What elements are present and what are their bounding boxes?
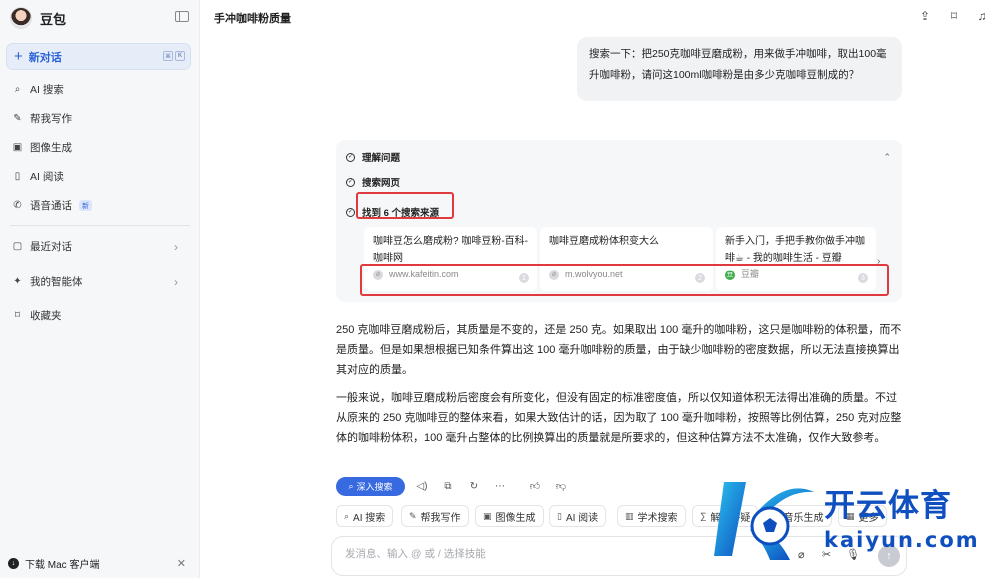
step-search-web: ✓ 搜索网页 [346, 175, 400, 189]
page-title: 手冲咖啡粉质量 [214, 13, 291, 25]
shortcut-hint: ⌘ K [163, 51, 185, 61]
chip-ai-search[interactable]: ⌕ AI 搜索 [336, 505, 394, 527]
chip-label: 帮我写作 [420, 512, 461, 524]
plus-icon: + [14, 48, 23, 65]
chevron-right-icon: › [174, 239, 178, 254]
image-icon: ▣ [12, 141, 23, 153]
share-icon[interactable]: ⇪ [917, 8, 933, 24]
watermark-logo: 开云体育 kaiyun.com [712, 472, 992, 570]
copy-icon[interactable]: ⧉ [441, 479, 455, 493]
sparkle-icon: ✦ [13, 275, 22, 287]
sidebar-item-agents[interactable]: ✦ 我的智能体 › [12, 274, 188, 289]
divider [10, 225, 190, 226]
highlight-box-sources [360, 264, 889, 296]
new-chat-label: 新对话 [28, 51, 62, 64]
download-mac-banner[interactable]: ↓ 下载 Mac 客户端 ✕ [8, 556, 190, 571]
avatar [10, 7, 32, 29]
academic-icon: ▥ [625, 510, 634, 521]
chip-image[interactable]: ▣ 图像生成 [475, 505, 544, 527]
deep-search-label: 深入搜索 [356, 482, 393, 492]
sidebar-item-writing[interactable]: ✎ 帮我写作 [12, 111, 72, 126]
sidebar-item-label: AI 阅读 [30, 171, 64, 183]
more-icon[interactable]: ⋯ [493, 479, 507, 493]
answer-paragraph: 一般来说，咖啡豆磨成粉后密度会有所变化，但没有固定的标准密度值，所以仅知道体积无… [336, 392, 902, 444]
kaiyun-k-logo [714, 482, 814, 560]
app-name: 豆包 [40, 11, 67, 27]
deep-search-button[interactable]: ⌕ 深入搜索 [336, 477, 405, 496]
sidebar-item-label: 最近对话 [30, 241, 72, 253]
source-title: 新手入门，手把手教你做手冲咖啡☕ - 我的咖啡生活 - 豆瓣 [725, 236, 865, 264]
chip-academic[interactable]: ▥ 学术搜索 [617, 505, 686, 527]
check-icon: ✓ [346, 152, 355, 162]
source-title: 咖啡豆怎么磨成粉? 咖啡豆粉-百科-咖啡网 [373, 236, 528, 264]
regenerate-icon[interactable]: ↻ [467, 479, 481, 493]
search-process-panel: ✓ 理解问题 ⌃ ✓ 搜索网页 ✓ 找到 6 个搜索来源 咖啡豆怎么磨成粉? 咖… [336, 140, 902, 302]
step-label: 搜索网页 [362, 178, 401, 189]
chevron-right-icon: › [174, 274, 178, 289]
sidebar-item-ai-search[interactable]: ⌕ AI 搜索 [12, 82, 64, 97]
download-label: 下载 Mac 客户端 [25, 560, 100, 571]
chip-label: 学术搜索 [637, 512, 678, 524]
chip-label: AI 搜索 [353, 512, 386, 524]
image-icon: ▣ [483, 510, 492, 521]
source-title: 咖啡豆磨成粉体积变大么 [549, 236, 659, 247]
formula-icon: ∑ [700, 511, 707, 521]
sidebar-item-image[interactable]: ▣ 图像生成 [12, 140, 72, 155]
chip-writing[interactable]: ✎ 帮我写作 [401, 505, 469, 527]
sidebar-item-label: 语音通话 [30, 200, 72, 212]
brand[interactable]: 豆包 [10, 6, 66, 30]
chat-icon: ▢ [12, 240, 23, 252]
sidebar-item-label: 收藏夹 [30, 310, 62, 322]
message-input[interactable] [345, 548, 725, 560]
sidebar-item-reading[interactable]: ▯ AI 阅读 [12, 169, 64, 184]
chip-label: AI 阅读 [565, 512, 599, 524]
search-icon: ⌕ [14, 83, 21, 95]
bookmark-icon: ⌑ [14, 309, 21, 321]
sidebar-item-label: 我的智能体 [30, 276, 83, 288]
new-chat-button[interactable]: + 新对话 ⌘ K [6, 43, 191, 70]
speaker-icon[interactable]: ◁) [415, 479, 429, 493]
pen-icon: ✎ [409, 510, 417, 521]
step-label: 理解问题 [362, 153, 401, 164]
chip-label: 图像生成 [495, 512, 536, 524]
close-icon[interactable]: ✕ [177, 557, 186, 570]
new-badge: 新 [79, 200, 92, 211]
reader-icon: ▯ [14, 170, 21, 182]
check-icon: ✓ [346, 177, 355, 187]
sidebar-item-voice-call[interactable]: ✆ 语音通话 新 [12, 198, 92, 213]
bell-icon[interactable]: ♫ [974, 8, 990, 24]
sidebar-item-label: 帮我写作 [30, 113, 72, 125]
watermark-url: kaiyun.com [824, 528, 980, 552]
highlight-box-sources-count [356, 192, 454, 219]
bookmark-add-icon[interactable]: ⌑ [946, 8, 962, 24]
collapse-caret-icon[interactable]: ⌃ [883, 152, 891, 163]
search-icon: ⌕ [344, 510, 350, 521]
step-understand: ✓ 理解问题 [346, 150, 400, 164]
phone-icon: ✆ [13, 199, 22, 211]
sidebar-item-label: AI 搜索 [30, 84, 64, 96]
sidebar-item-recent[interactable]: ▢ 最近对话 › [12, 239, 188, 254]
thumbs-up-icon[interactable]: 👍︎ [528, 479, 542, 493]
download-icon: ↓ [8, 558, 19, 569]
chip-reading[interactable]: ▯ AI 阅读 [549, 505, 607, 527]
sidebar-item-favorites[interactable]: ⌑ 收藏夹 [12, 308, 62, 323]
user-message: 搜索一下：把250克咖啡豆磨成粉，用来做手冲咖啡，取出100毫升咖啡粉，请问这1… [577, 37, 902, 101]
sidebar-toggle-icon[interactable] [175, 11, 189, 22]
thumbs-down-icon[interactable]: 👎︎ [554, 479, 568, 493]
pen-icon: ✎ [13, 112, 22, 124]
watermark-brand: 开云体育 [824, 488, 952, 524]
sidebar-item-label: 图像生成 [30, 142, 72, 154]
sidebar: 豆包 + 新对话 ⌘ K ⌕ AI 搜索 ✎ 帮我写作 ▣ 图像生成 ▯ AI 阅… [0, 0, 200, 578]
app-window: 豆包 + 新对话 ⌘ K ⌕ AI 搜索 ✎ 帮我写作 ▣ 图像生成 ▯ AI 阅… [0, 0, 1000, 578]
reader-icon: ▯ [557, 510, 562, 521]
check-icon: ✓ [346, 207, 355, 217]
search-icon: ⌕ [348, 481, 354, 491]
answer-paragraph: 250 克咖啡豆磨成粉后，其质量是不变的，还是 250 克。如果取出 100 毫… [336, 324, 902, 376]
